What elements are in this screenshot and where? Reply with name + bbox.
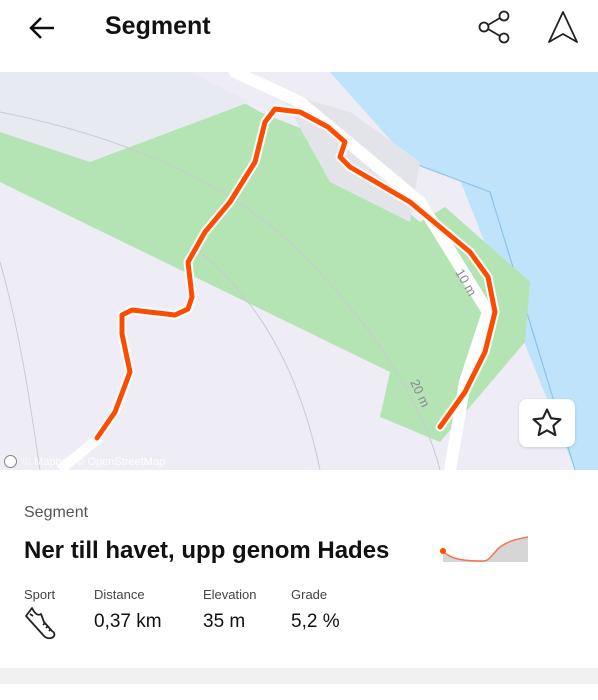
stat-grade: Grade 5,2 % bbox=[291, 587, 340, 632]
map-attribution[interactable]: © Mapbox © OpenStreetMap bbox=[4, 455, 165, 468]
stat-sport: Sport bbox=[24, 587, 60, 645]
star-button[interactable] bbox=[519, 399, 575, 447]
share-icon[interactable] bbox=[474, 8, 514, 46]
page-title: Segment bbox=[105, 12, 211, 40]
navigation-arrow-icon[interactable] bbox=[544, 8, 582, 46]
segment-map[interactable]: 10 m 20 m © Mapbox © OpenStreetMap bbox=[0, 72, 598, 470]
stat-distance: Distance 0,37 km bbox=[94, 587, 162, 632]
star-outline-icon bbox=[532, 408, 562, 437]
running-shoe-icon bbox=[25, 607, 56, 640]
elevation-profile bbox=[440, 536, 529, 562]
segment-name: Ner till havet, upp genom Hades bbox=[24, 537, 390, 564]
section-divider bbox=[0, 668, 598, 684]
stat-elevation: Elevation 35 m bbox=[203, 587, 257, 632]
top-bar: Segment bbox=[0, 0, 598, 72]
map-canvas: 10 m 20 m bbox=[0, 72, 598, 470]
mapbox-logo-icon bbox=[4, 455, 17, 468]
profile-start-dot bbox=[440, 548, 446, 554]
segment-label: Segment bbox=[24, 504, 89, 521]
arrow-left-icon[interactable] bbox=[24, 12, 60, 44]
